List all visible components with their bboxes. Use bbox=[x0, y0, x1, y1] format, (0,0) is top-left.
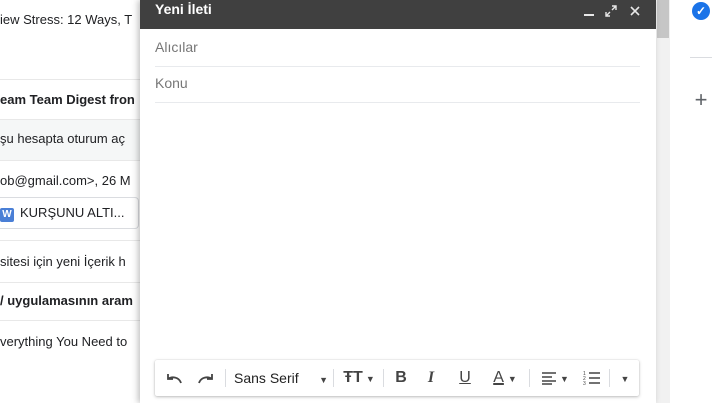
row-divider bbox=[0, 160, 160, 161]
scrollbar-track[interactable] bbox=[656, 0, 670, 403]
toolbar-divider bbox=[333, 369, 334, 387]
row-divider bbox=[0, 79, 160, 80]
inbox-row[interactable]: W KURŞUNU ALTI... bbox=[0, 205, 160, 222]
row-divider bbox=[0, 282, 160, 283]
more-options-icon[interactable]: ▼ bbox=[615, 360, 635, 396]
toolbar-divider bbox=[383, 369, 384, 387]
expand-icon[interactable] bbox=[602, 3, 620, 21]
word-doc-icon: W bbox=[0, 208, 14, 222]
formatting-toolbar: Sans Serif ▼ ŦT ▼ B I U A ▼ ▼ 123 ▼ bbox=[155, 360, 639, 396]
message-body[interactable] bbox=[155, 102, 640, 352]
bold-icon[interactable]: B bbox=[391, 360, 411, 396]
inbox-row[interactable]: ob@gmail.com>, 26 M bbox=[0, 173, 160, 188]
align-icon[interactable]: ▼ bbox=[535, 360, 575, 396]
italic-icon[interactable]: I bbox=[421, 360, 441, 396]
compose-title: Yeni İleti bbox=[155, 1, 212, 17]
subject-input[interactable] bbox=[155, 66, 640, 100]
inbox-row[interactable]: sitesi için yeni İçerik h bbox=[0, 254, 160, 269]
scrollbar-thumb[interactable] bbox=[657, 0, 669, 38]
recipients-input[interactable] bbox=[155, 30, 640, 64]
inbox-row[interactable]: verything You Need to bbox=[0, 334, 160, 349]
add-addon-icon[interactable]: + bbox=[692, 88, 710, 112]
compose-dialog: Yeni İleti Sans Serif ▼ ŦT▼ bbox=[140, 0, 656, 403]
undo-icon[interactable] bbox=[159, 360, 189, 396]
numbered-list-icon[interactable]: 123 bbox=[579, 360, 605, 396]
tasks-check-icon[interactable]: ✓ bbox=[692, 2, 710, 20]
subject-field bbox=[155, 66, 640, 103]
recipients-field bbox=[155, 30, 640, 67]
font-select[interactable]: Sans Serif ▼ bbox=[231, 360, 331, 396]
inbox-row[interactable]: şu hesapta oturum aç bbox=[0, 131, 160, 146]
side-divider bbox=[690, 57, 712, 58]
row-divider bbox=[0, 240, 160, 241]
toolbar-divider bbox=[609, 369, 610, 387]
side-panel bbox=[670, 0, 728, 403]
close-icon[interactable] bbox=[626, 3, 644, 21]
inbox-list: iew Stress: 12 Ways, T eam Team Digest f… bbox=[0, 0, 160, 403]
underline-icon[interactable]: U bbox=[455, 360, 475, 396]
inbox-row[interactable]: eam Team Digest fron bbox=[0, 92, 160, 107]
toolbar-divider bbox=[225, 369, 226, 387]
inbox-row[interactable]: / uygulamasının aram bbox=[0, 293, 160, 308]
compose-header[interactable]: Yeni İleti bbox=[140, 0, 656, 29]
redo-icon[interactable] bbox=[191, 360, 221, 396]
text-size-icon[interactable]: ŦT ▼ bbox=[339, 360, 379, 396]
minimize-icon[interactable] bbox=[580, 3, 598, 21]
svg-text:3: 3 bbox=[583, 381, 586, 386]
row-divider bbox=[0, 320, 160, 321]
inbox-row[interactable]: iew Stress: 12 Ways, T bbox=[0, 12, 160, 27]
chevron-down-icon: ▼ bbox=[319, 375, 328, 385]
toolbar-divider bbox=[529, 369, 530, 387]
text-color-icon[interactable]: A ▼ bbox=[485, 360, 525, 396]
